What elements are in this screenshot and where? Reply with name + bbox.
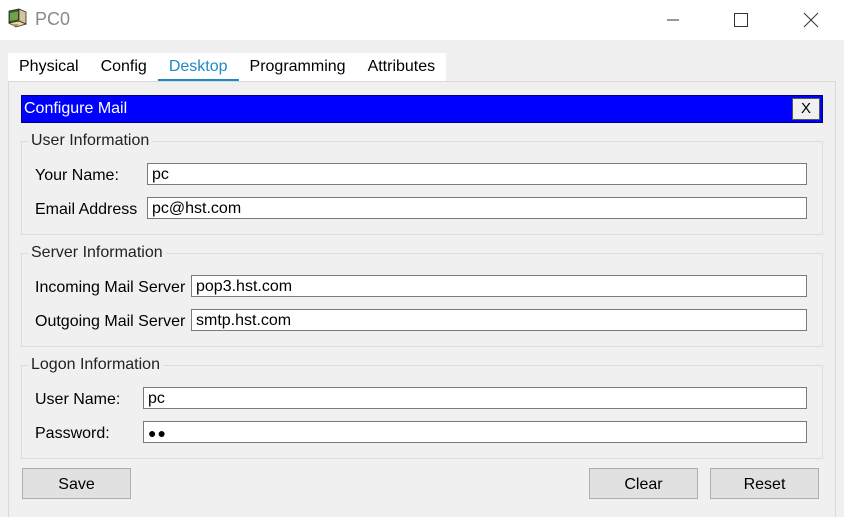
password-input[interactable]: ●● — [143, 421, 807, 443]
your-name-label: Your Name: — [35, 167, 119, 184]
server-information-label: Server Information — [28, 244, 166, 262]
pc-icon — [6, 7, 30, 31]
logon-information-group — [21, 365, 823, 459]
dialog-header: Configure Mail X — [21, 95, 823, 123]
email-address-input[interactable]: pc@hst.com — [147, 197, 807, 219]
minimize-icon — [667, 19, 679, 21]
user-information-label: User Information — [28, 132, 153, 150]
outgoing-mail-server-input[interactable]: smtp.hst.com — [191, 309, 807, 331]
server-information-group — [21, 253, 823, 347]
your-name-input[interactable]: pc — [147, 163, 807, 185]
dialog-close-button[interactable]: X — [792, 98, 820, 120]
user-information-group — [21, 141, 823, 235]
close-window-button[interactable] — [788, 0, 834, 40]
minimize-button[interactable] — [650, 0, 696, 40]
reset-button[interactable]: Reset — [710, 468, 819, 499]
maximize-button[interactable] — [718, 0, 764, 40]
outgoing-mail-server-label: Outgoing Mail Server — [35, 313, 186, 330]
desktop-panel: Configure Mail X User Information Your N… — [8, 81, 836, 517]
tab-config[interactable]: Config — [90, 53, 158, 81]
dialog-title: Configure Mail — [24, 100, 128, 117]
incoming-mail-server-input[interactable]: pop3.hst.com — [191, 275, 807, 297]
tab-physical[interactable]: Physical — [8, 53, 90, 81]
incoming-mail-server-label: Incoming Mail Server — [35, 279, 186, 296]
maximize-icon — [734, 13, 748, 27]
title-bar: PC0 — [0, 0, 844, 40]
tab-desktop[interactable]: Desktop — [157, 53, 239, 82]
password-label: Password: — [35, 425, 110, 442]
user-name-input[interactable]: pc — [143, 387, 807, 409]
tab-programming[interactable]: Programming — [239, 53, 357, 81]
clear-button[interactable]: Clear — [589, 468, 698, 499]
save-button[interactable]: Save — [22, 468, 131, 499]
logon-information-label: Logon Information — [28, 356, 163, 374]
close-icon — [803, 12, 819, 28]
user-name-label: User Name: — [35, 391, 121, 408]
app-window: PC0 Physical Config Desktop Programming … — [0, 0, 844, 517]
window-title: PC0 — [35, 9, 71, 29]
tab-attributes[interactable]: Attributes — [357, 53, 447, 81]
tab-bar: Physical Config Desktop Programming Attr… — [8, 53, 447, 82]
email-address-label: Email Address — [35, 201, 138, 218]
